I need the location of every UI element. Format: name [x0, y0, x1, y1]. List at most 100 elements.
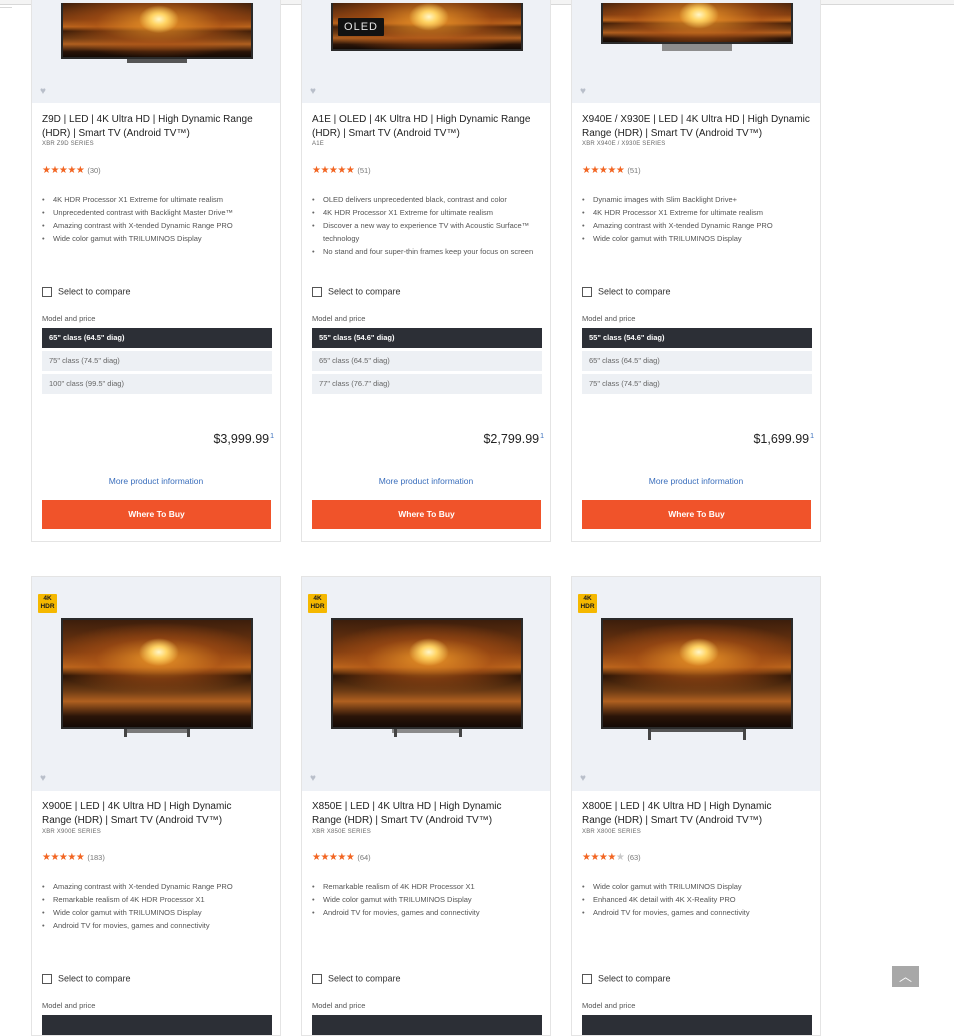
product-title[interactable]: X900E | LED | 4K Ultra HD | High Dynamic…: [42, 800, 247, 828]
rating-stars[interactable]: ★★★★★ (63): [582, 852, 641, 863]
rating-stars[interactable]: ★★★★★ (183): [42, 852, 105, 863]
more-info-link[interactable]: More product information: [302, 476, 550, 486]
size-option-selected[interactable]: 65" class (64.5" diag): [42, 328, 272, 348]
tv-stand-leg: [124, 729, 127, 737]
heart-icon[interactable]: ♥: [310, 86, 316, 97]
heart-icon[interactable]: ♥: [580, 773, 586, 784]
compare-checkbox[interactable]: Select to compare: [312, 286, 401, 297]
feature-item: Remarkable realism of 4K HDR Processor X…: [312, 880, 540, 893]
size-option[interactable]: 65" class (64.5" diag): [582, 351, 812, 371]
size-option[interactable]: 75" class (74.5" diag): [582, 374, 812, 394]
product-series: XBR Z9D SERIES: [42, 141, 94, 147]
rating-stars[interactable]: ★★★★★ (51): [312, 165, 371, 176]
product-image-area[interactable]: 4K HDR ♥: [302, 577, 550, 791]
heart-icon[interactable]: ♥: [40, 773, 46, 784]
feature-item: Wide color gamut with TRILUMINOS Display: [582, 232, 810, 245]
size-option[interactable]: 75" class (74.5" diag): [42, 351, 272, 371]
tv-stand-leg: [187, 729, 190, 737]
feature-item: Unprecedented contrast with Backlight Ma…: [42, 206, 270, 219]
feature-item: 4K HDR Processor X1 Extreme for ultimate…: [312, 206, 540, 219]
half-star-icon: ★: [345, 852, 355, 863]
product-title[interactable]: Z9D | LED | 4K Ultra HD | High Dynamic R…: [42, 113, 274, 141]
compare-checkbox[interactable]: Select to compare: [42, 973, 131, 984]
half-star-icon: ★: [615, 165, 625, 176]
size-option[interactable]: 65" class (64.5" diag): [312, 351, 542, 371]
tv-stand-leg: [648, 729, 651, 740]
size-option-selected[interactable]: 55" class (54.6" diag): [312, 328, 542, 348]
tv-stand: [124, 729, 190, 733]
product-title[interactable]: X940E / X930E | LED | 4K Ultra HD | High…: [582, 113, 814, 141]
empty-star-icon: ★: [615, 852, 625, 863]
feature-list: Amazing contrast with X-tended Dynamic R…: [42, 880, 270, 932]
tv-stand-leg: [743, 729, 746, 740]
feature-list: 4K HDR Processor X1 Extreme for ultimate…: [42, 193, 270, 245]
checkbox-box[interactable]: [582, 973, 592, 984]
product-title[interactable]: X800E | LED | 4K Ultra HD | High Dynamic…: [582, 800, 787, 828]
compare-label: Select to compare: [328, 973, 401, 984]
size-option-selected[interactable]: 55" class (54.6" diag): [582, 328, 812, 348]
size-option-selected[interactable]: [582, 1015, 812, 1035]
feature-item: Wide color gamut with TRILUMINOS Display: [312, 893, 540, 906]
rating-count: (64): [357, 853, 371, 862]
feature-list: Remarkable realism of 4K HDR Processor X…: [312, 880, 540, 919]
product-price: $1,699.991: [753, 432, 814, 446]
heart-icon[interactable]: ♥: [40, 86, 46, 97]
back-to-top-button[interactable]: ︿: [892, 966, 919, 987]
where-to-buy-button[interactable]: Where To Buy: [312, 500, 541, 529]
heart-icon[interactable]: ♥: [580, 86, 586, 97]
size-option-selected[interactable]: [312, 1015, 542, 1035]
checkbox-box[interactable]: [42, 973, 52, 984]
feature-item: Wide color gamut with TRILUMINOS Display: [582, 880, 810, 893]
price-footnote-link[interactable]: 1: [540, 433, 544, 440]
product-title[interactable]: X850E | LED | 4K Ultra HD | High Dynamic…: [312, 800, 517, 828]
product-series: XBR X900E SERIES: [42, 829, 101, 835]
where-to-buy-button[interactable]: Where To Buy: [42, 500, 271, 529]
rating-count: (30): [87, 166, 101, 175]
compare-checkbox[interactable]: Select to compare: [582, 286, 671, 297]
rating-stars[interactable]: ★★★★★ (30): [42, 165, 101, 176]
feature-item: Wide color gamut with TRILUMINOS Display: [42, 906, 270, 919]
product-image-area[interactable]: 4K HDR ♥: [572, 577, 820, 791]
product-image-area[interactable]: ♥: [32, 0, 280, 103]
price-footnote-link[interactable]: 1: [270, 433, 274, 440]
heart-icon[interactable]: ♥: [310, 773, 316, 784]
more-info-link[interactable]: More product information: [572, 476, 820, 486]
feature-item: Amazing contrast with X-tended Dynamic R…: [42, 219, 270, 232]
product-image-area[interactable]: OLED ♥: [302, 0, 550, 103]
more-info-link[interactable]: More product information: [32, 476, 280, 486]
product-title[interactable]: A1E | OLED | 4K Ultra HD | High Dynamic …: [312, 113, 544, 141]
compare-checkbox[interactable]: Select to compare: [312, 973, 401, 984]
compare-label: Select to compare: [58, 286, 131, 297]
feature-item: Amazing contrast with X-tended Dynamic R…: [582, 219, 810, 232]
tv-stand-leg: [459, 729, 462, 737]
product-series: XBR X800E SERIES: [582, 829, 641, 835]
product-series: XBR X940E / X930E SERIES: [582, 141, 666, 147]
checkbox-box[interactable]: [312, 973, 322, 984]
feature-item: Enhanced 4K detail with 4K X-Reality PRO: [582, 893, 810, 906]
model-price-label: Model and price: [582, 1001, 636, 1010]
checkbox-box[interactable]: [582, 286, 592, 297]
feature-list: Dynamic images with Slim Backlight Drive…: [582, 193, 810, 245]
product-image-area[interactable]: 4K HDR ♥: [32, 577, 280, 791]
rating-stars[interactable]: ★★★★★ (64): [312, 852, 371, 863]
compare-checkbox[interactable]: Select to compare: [582, 973, 671, 984]
half-star-icon: ★: [345, 165, 355, 176]
size-option[interactable]: 77" class (76.7" diag): [312, 374, 542, 394]
product-card-a1e: OLED ♥ A1E | OLED | 4K Ultra HD | High D…: [301, 0, 551, 542]
size-option-selected[interactable]: [42, 1015, 272, 1035]
price-value: $2,799.99: [483, 432, 540, 446]
tv-stand-leg: [394, 729, 397, 737]
size-option[interactable]: 100" class (99.5" diag): [42, 374, 272, 394]
product-series: XBR X850E SERIES: [312, 829, 371, 835]
checkbox-box[interactable]: [312, 286, 322, 297]
price-footnote-link[interactable]: 1: [810, 433, 814, 440]
tv-product-image: [61, 618, 253, 729]
where-to-buy-button[interactable]: Where To Buy: [582, 500, 811, 529]
compare-label: Select to compare: [598, 973, 671, 984]
chevron-up-icon: ︿: [898, 969, 912, 984]
checkbox-box[interactable]: [42, 286, 52, 297]
product-image-area[interactable]: ♥: [572, 0, 820, 103]
compare-checkbox[interactable]: Select to compare: [42, 286, 131, 297]
rating-stars[interactable]: ★★★★★ (51): [582, 165, 641, 176]
tv-stand: [648, 729, 746, 732]
